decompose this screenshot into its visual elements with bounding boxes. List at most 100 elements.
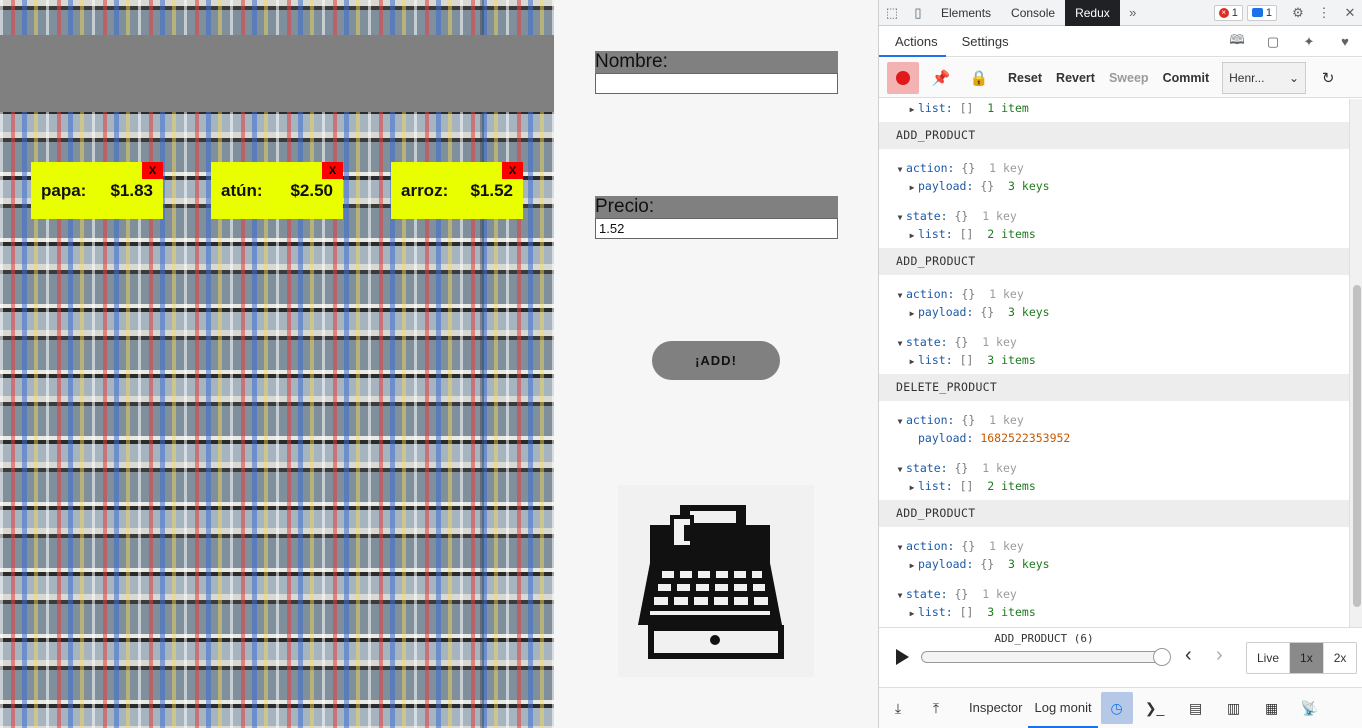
action-type[interactable]: DELETE_PRODUCT [879,374,1349,401]
close-icon[interactable]: ✕ [1337,0,1362,26]
import-icon[interactable]: ⤓ [882,692,914,724]
list-item[interactable]: ▼ action: {} 1 key [879,537,1349,555]
current-action-label: ADD_PRODUCT (6) [994,632,1094,645]
product-card: papa: $1.83 X [31,162,163,219]
commit-button[interactable]: Commit [1156,62,1217,94]
caret-down-icon: ▼ [897,591,903,600]
add-product-button[interactable]: ¡ADD! [652,341,780,380]
list-item[interactable]: ▶ payload: {} 3 keys [879,303,1349,321]
instance-select[interactable]: Henr... ⌄ [1222,61,1307,94]
dock-left-icon[interactable]: ▤ [1180,692,1212,724]
error-badge[interactable]: × 1 [1213,4,1243,21]
sync-icon[interactable]: ↻ [1312,62,1344,94]
action-type[interactable]: ADD_PRODUCT [879,122,1349,149]
tab-inspector[interactable]: Inspector [963,688,1028,728]
list-item[interactable]: ▼ state: {} 1 key [879,585,1349,603]
action-type[interactable]: ADD_PRODUCT [879,500,1349,527]
step-forward-icon[interactable]: › [1216,644,1223,667]
instance-label: Henr... [1229,70,1265,85]
slider-track[interactable] [921,651,1163,663]
action-entry: DELETE_PRODUCT ▼ action: {} 1 key payload… [879,374,1349,500]
dock-right-icon[interactable]: ▥ [1218,692,1250,724]
tab-elements[interactable]: Elements [931,0,1001,26]
export-icon[interactable]: ⤒ [920,692,952,724]
speed-2x[interactable]: 2x [1323,643,1357,673]
error-icon: × [1218,7,1229,18]
list-item[interactable]: ▼ state: {} 1 key [879,333,1349,351]
caret-down-icon: ▼ [897,291,903,300]
caret-right-icon: ▶ [909,183,915,192]
list-item[interactable]: ▼ action: {} 1 key [879,285,1349,303]
action-log: ▶ list: [] 1 item ADD_PRODUCT ▼ action: {}… [879,99,1349,627]
message-badge[interactable]: 1 [1246,4,1277,21]
play-icon[interactable] [893,648,911,666]
caret-down-icon: ▼ [897,165,903,174]
book-icon[interactable]: 🕮 [1219,29,1255,55]
chevron-down-icon: ⌄ [1289,70,1300,85]
price-input[interactable] [595,218,838,239]
product-card: arroz: $1.52 X [391,162,523,219]
log-scrollbar[interactable] [1349,99,1362,627]
speed-live[interactable]: Live [1247,643,1291,673]
terminal-icon[interactable]: ❯_ [1139,692,1171,724]
heart-icon[interactable]: ♥ [1327,29,1362,55]
product-name: papa: [41,180,87,200]
list-item[interactable]: ▼ state: {} 1 key [879,207,1349,225]
caret-down-icon: ▼ [897,213,903,222]
record-button[interactable] [887,61,919,94]
product-card: atún: $2.50 X [211,162,343,219]
cash-register-icon [638,505,784,659]
chat-icon[interactable]: ▢ [1255,29,1291,55]
tab-log-monitor[interactable]: Log monit [1028,688,1098,728]
delete-product-button[interactable]: X [322,162,343,179]
more-tabs-icon[interactable]: » [1120,0,1146,26]
list-item[interactable]: ▶ list: [] 3 items [879,351,1349,369]
list-item[interactable]: ▼ action: {} 1 key [879,159,1349,177]
name-input[interactable] [595,73,838,94]
devtools-panel: ⬚ ▯ Elements Console Redux » × 1 1 ⚙ ⋮ ✕ … [878,0,1362,728]
devtools-bottom-bar: ⤓ ⤒ Inspector Log monit ◷ ❯_ ▤ ▥ ▦ 📡 [879,687,1362,728]
action-entry: ADD_PRODUCT ▼ action: {} 1 key ▶ payload: … [879,248,1349,374]
list-item[interactable]: ▶ list: [] 2 items [879,225,1349,243]
inspect-element-icon[interactable]: ⬚ [879,0,905,26]
list-item: payload: 1682522353952 [918,431,1071,445]
list-item[interactable]: ▶ payload: {} 3 keys [879,555,1349,573]
action-type[interactable]: ADD_PRODUCT [879,248,1349,275]
delete-product-button[interactable]: X [502,162,523,179]
list-item[interactable]: ▶ list: [] 3 items [879,603,1349,621]
tab-actions[interactable]: Actions [879,27,946,57]
dispatcher-icon[interactable]: ◷ [1100,692,1133,724]
scroll-thumb[interactable] [1353,285,1361,607]
sweep-button[interactable]: Sweep [1102,62,1156,94]
lock-icon[interactable]: 🔒 [963,62,995,94]
twitter-icon[interactable]: ✦ [1291,29,1327,55]
device-toolbar-icon[interactable]: ▯ [905,0,931,26]
header-band [0,35,554,112]
reset-button[interactable]: Reset [1001,62,1049,94]
list-item[interactable]: ▶ list: [] 2 items [879,477,1349,495]
list-item[interactable]: ▼ state: {} 1 key [879,459,1349,477]
list-item[interactable]: ▼ action: {} 1 key [879,411,1349,429]
step-back-icon[interactable]: ‹ [1185,644,1192,667]
gear-icon[interactable]: ⚙ [1285,0,1311,26]
dock-bottom-icon[interactable]: ▦ [1256,692,1288,724]
speed-1x[interactable]: 1x [1290,643,1324,673]
remote-icon[interactable]: 📡 [1294,692,1326,724]
message-count: 1 [1265,6,1272,19]
time-travel-slider: ADD_PRODUCT (6) ‹ › Live 1x 2x [879,627,1362,685]
list-item[interactable]: ▶ list: [] 1 item [879,99,1349,117]
delete-product-button[interactable]: X [142,162,163,179]
slider-thumb[interactable] [1153,648,1171,666]
pin-icon[interactable]: 📌 [925,62,957,94]
error-count: 1 [1231,6,1238,19]
tab-settings[interactable]: Settings [946,27,1017,57]
tab-redux[interactable]: Redux [1065,0,1120,26]
caret-right-icon: ▶ [909,357,915,366]
speed-selector: Live 1x 2x [1246,642,1358,674]
caret-right-icon: ▶ [909,609,915,618]
tab-console[interactable]: Console [1001,0,1065,26]
list-item[interactable]: ▶ payload: {} 3 keys [879,177,1349,195]
caret-right-icon: ▶ [909,105,915,114]
revert-button[interactable]: Revert [1049,62,1102,94]
kebab-menu-icon[interactable]: ⋮ [1311,0,1337,26]
